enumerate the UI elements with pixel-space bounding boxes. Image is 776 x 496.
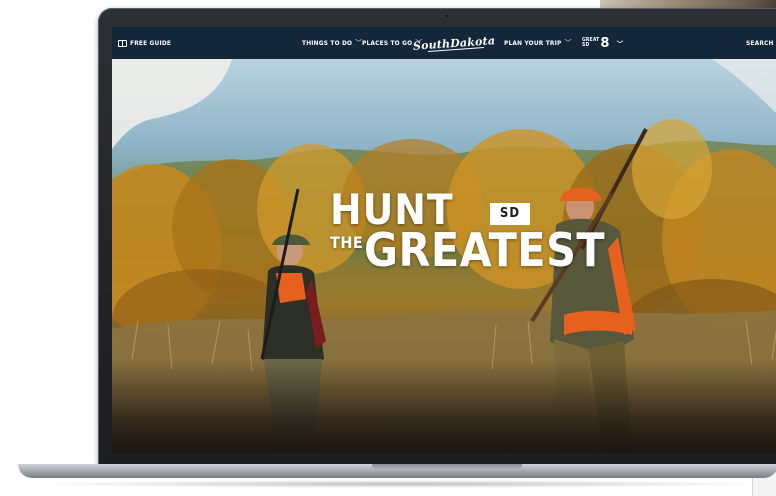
webcam-icon	[445, 14, 449, 18]
headline-sd-badge: SD	[490, 203, 530, 225]
nav-great-8[interactable]: GREAT SD 8 ﹀	[582, 27, 623, 59]
laptop-screen: FREE GUIDE THINGS TO DO ﹀ PLACES TO GO ﹀…	[112, 27, 776, 453]
things-to-do-label: THINGS TO DO	[302, 39, 353, 47]
nav-things-to-do[interactable]: THINGS TO DO ﹀	[302, 27, 362, 59]
headline-greatest: GREATEST	[364, 223, 606, 277]
great8-number: 8	[600, 35, 610, 51]
plan-your-trip-label: PLAN YOUR TRIP	[504, 39, 562, 47]
book-icon	[118, 39, 127, 47]
scene: FREE GUIDE THINGS TO DO ﹀ PLACES TO GO ﹀…	[0, 0, 776, 496]
laptop-notch	[372, 464, 522, 470]
search-label: SEARCH	[746, 39, 774, 47]
great8-small-text: GREAT SD	[582, 38, 599, 48]
hero-bottom-fade	[112, 359, 776, 453]
free-guide-label: FREE GUIDE	[130, 39, 172, 47]
hero-banner: HUNT SD THE GREATEST	[112, 59, 776, 453]
nav-search[interactable]: SEARCH	[746, 27, 776, 59]
nav-plan-your-trip[interactable]: PLAN YOUR TRIP ﹀	[504, 27, 572, 59]
chevron-down-icon: ﹀	[616, 40, 624, 48]
free-guide-link[interactable]: FREE GUIDE	[118, 27, 171, 59]
great8-bottom: SD	[582, 42, 590, 48]
chevron-down-icon: ﹀	[564, 39, 572, 47]
site-header: FREE GUIDE THINGS TO DO ﹀ PLACES TO GO ﹀…	[112, 27, 776, 59]
places-to-go-label: PLACES TO GO	[362, 39, 413, 47]
laptop-shadow	[30, 480, 770, 488]
headline-the: THE	[330, 233, 364, 252]
